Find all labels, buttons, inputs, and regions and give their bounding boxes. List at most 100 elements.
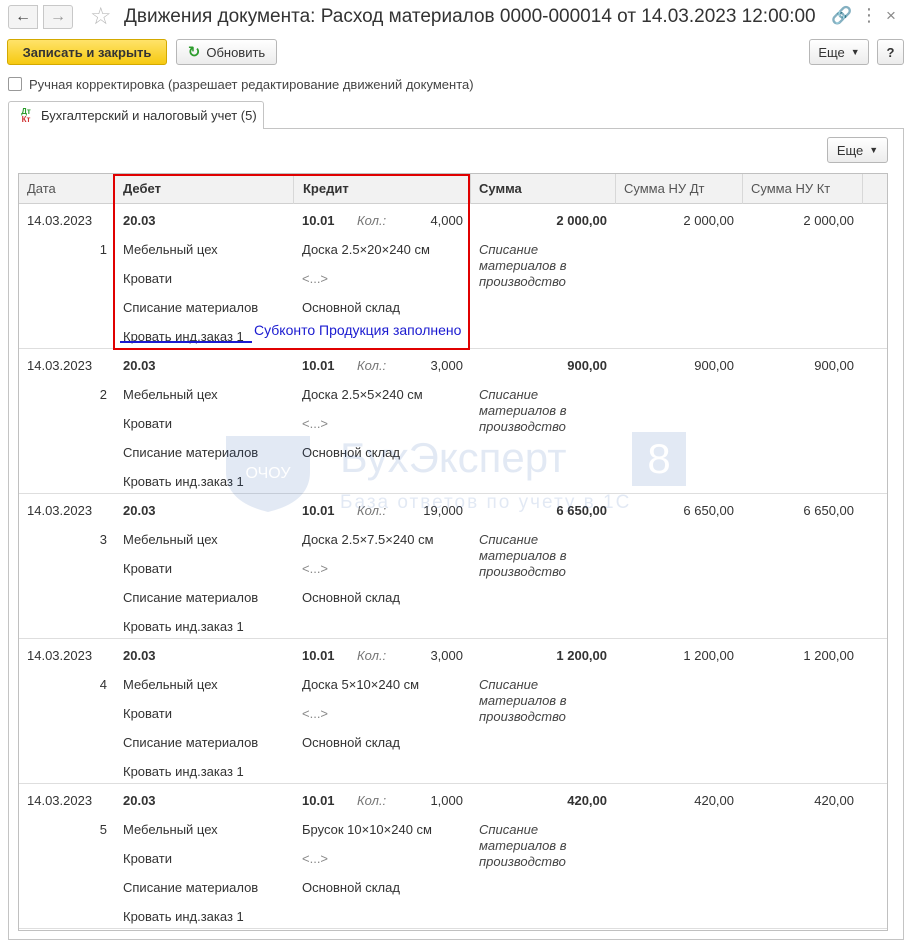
table-row[interactable]: 14.03.2023 5 20.03 Мебельный цех Кровати Спис… xyxy=(19,784,887,929)
cell-credit-account: 10.01 xyxy=(302,358,335,373)
more-label: Еще xyxy=(818,44,845,60)
cell-amount-nu-kt: 900,00 xyxy=(814,358,854,373)
tab-label: Бухгалтерский и налоговый учет (5) xyxy=(41,108,257,123)
cell-amount: 2 000,00 xyxy=(556,213,607,228)
refresh-label: Обновить xyxy=(206,44,266,60)
favorite-star-icon[interactable]: ☆ xyxy=(90,3,112,31)
arrow-left-icon: ← xyxy=(15,8,31,25)
more-button[interactable]: Еще ▼ xyxy=(809,39,869,65)
header-credit[interactable]: Кредит xyxy=(295,174,471,204)
table-header: Дата Дебет Кредит Сумма Сумма НУ Дт Сумм… xyxy=(19,174,887,204)
table-more-button[interactable]: Еще ▼ xyxy=(827,137,888,163)
cell-debit-subconto-3: Списание материалов xyxy=(123,735,259,750)
cell-debit-account: 20.03 xyxy=(123,503,156,518)
cell-amount-nu-kt: 2 000,00 xyxy=(803,213,854,228)
cell-qty-label: Кол.: xyxy=(357,503,387,518)
cell-amount-nu-kt: 420,00 xyxy=(814,793,854,808)
debit-credit-icon: Дт Кт xyxy=(21,106,31,124)
cell-date: 14.03.2023 xyxy=(27,503,93,518)
cell-credit-subconto-2: <...> xyxy=(302,851,329,866)
cell-qty-label: Кол.: xyxy=(357,358,387,373)
cell-qty-label: Кол.: xyxy=(357,793,387,808)
cell-credit-subconto-2: <...> xyxy=(302,706,329,721)
cell-number: 4 xyxy=(99,677,107,692)
cell-qty-label: Кол.: xyxy=(357,648,387,663)
cell-credit-subconto-1: Доска 5×10×240 см xyxy=(302,677,420,692)
help-button[interactable]: ? xyxy=(877,39,904,65)
cell-debit-subconto-1: Мебельный цех xyxy=(123,242,218,257)
caret-down-icon: ▼ xyxy=(850,47,860,57)
cell-credit-subconto-2: <...> xyxy=(302,271,329,286)
cell-date: 14.03.2023 xyxy=(27,213,93,228)
table-row[interactable]: 14.03.2023 4 20.03 Мебельный цех Кровати Спис… xyxy=(19,639,887,784)
cell-debit-subconto-4: Кровать инд.заказ 1 xyxy=(123,909,244,924)
cell-qty: 3,000 xyxy=(430,358,463,373)
cell-debit-subconto-4: Кровать инд.заказ 1 xyxy=(123,474,244,489)
header-amount-nu-dt[interactable]: Сумма НУ Дт xyxy=(616,174,743,204)
cell-credit-account: 10.01 xyxy=(302,648,335,663)
cell-qty: 3,000 xyxy=(430,648,463,663)
cell-number: 1 xyxy=(99,242,107,257)
cell-amount-nu-dt: 1 200,00 xyxy=(683,648,734,663)
cell-credit-subconto-3: Основной склад xyxy=(302,445,400,460)
refresh-button[interactable]: ↻ Обновить xyxy=(176,39,277,65)
cell-amount-nu-kt: 6 650,00 xyxy=(803,503,854,518)
save-and-close-button[interactable]: Записать и закрыть xyxy=(7,39,167,65)
header-amount[interactable]: Сумма xyxy=(471,174,616,204)
tab-accounting[interactable]: Дт Кт Бухгалтерский и налоговый учет (5) xyxy=(8,101,264,129)
cell-credit-subconto-1: Брусок 10×10×240 см xyxy=(302,822,432,837)
cell-credit-subconto-3: Основной склад xyxy=(302,880,400,895)
back-button[interactable]: ← xyxy=(8,5,38,29)
cell-debit-subconto-2: Кровати xyxy=(123,416,172,431)
cell-credit-subconto-1: Доска 2.5×5×240 см xyxy=(302,387,423,402)
cell-amount-nu-dt: 6 650,00 xyxy=(683,503,734,518)
cell-credit-subconto-3: Основной склад xyxy=(302,735,400,750)
cell-credit-account: 10.01 xyxy=(302,503,335,518)
table-row[interactable]: 14.03.2023 2 20.03 Мебельный цех Кровати Спис… xyxy=(19,349,887,494)
cell-amount-nu-kt: 1 200,00 xyxy=(803,648,854,663)
cell-amount-nu-dt: 2 000,00 xyxy=(683,213,734,228)
cell-amount: 900,00 xyxy=(567,358,607,373)
header-date[interactable]: Дата xyxy=(19,174,114,204)
cell-amount: 1 200,00 xyxy=(556,648,607,663)
cell-qty-label: Кол.: xyxy=(357,213,387,228)
cell-number: 5 xyxy=(99,822,107,837)
cell-debit-subconto-2: Кровати xyxy=(123,271,172,286)
cell-credit-subconto-2: <...> xyxy=(302,561,329,576)
cell-debit-subconto-3: Списание материалов xyxy=(123,300,259,315)
cell-debit-subconto-3: Списание материалов xyxy=(123,445,259,460)
cell-qty: 1,000 xyxy=(430,793,463,808)
cell-qty: 19,000 xyxy=(423,503,463,518)
cell-content: Списание материалов в производство xyxy=(479,242,567,289)
cell-debit-subconto-4: Кровать инд.заказ 1 xyxy=(123,764,244,779)
more-menu-icon[interactable]: ⋮ xyxy=(860,4,878,26)
table-row[interactable]: 14.03.2023 3 20.03 Мебельный цех Кровати Спис… xyxy=(19,494,887,639)
cell-debit-subconto-3: Списание материалов xyxy=(123,880,259,895)
cell-credit-subconto-3: Основной склад xyxy=(302,300,400,315)
manual-correction-label: Ручная корректировка (разрешает редактир… xyxy=(29,76,474,92)
movements-table[interactable]: Дата Дебет Кредит Сумма Сумма НУ Дт Сумм… xyxy=(18,173,888,931)
forward-button[interactable]: → xyxy=(43,5,73,29)
close-icon[interactable]: × xyxy=(886,5,896,27)
cell-amount-nu-dt: 420,00 xyxy=(694,793,734,808)
cell-debit-subconto-2: Кровати xyxy=(123,706,172,721)
cell-debit-subconto-2: Кровати xyxy=(123,851,172,866)
cell-date: 14.03.2023 xyxy=(27,648,93,663)
header-amount-nu-kt[interactable]: Сумма НУ Кт xyxy=(743,174,863,204)
title-bar: ← → ☆ Движения документа: Расход материа… xyxy=(0,0,911,36)
annotation-underline xyxy=(120,341,252,343)
header-debit[interactable]: Дебет xyxy=(115,174,294,204)
cell-amount: 6 650,00 xyxy=(556,503,607,518)
cell-debit-subconto-1: Мебельный цех xyxy=(123,822,218,837)
cell-number: 2 xyxy=(99,387,107,402)
cell-credit-subconto-1: Доска 2.5×7.5×240 см xyxy=(302,532,434,547)
cell-debit-subconto-3: Списание материалов xyxy=(123,590,259,605)
cell-debit-account: 20.03 xyxy=(123,358,156,373)
cell-date: 14.03.2023 xyxy=(27,358,93,373)
cell-date: 14.03.2023 xyxy=(27,793,93,808)
link-icon[interactable]: 🔗 xyxy=(831,6,852,26)
manual-correction-row[interactable]: Ручная корректировка (разрешает редактир… xyxy=(8,74,474,94)
cell-debit-subconto-1: Мебельный цех xyxy=(123,387,218,402)
cell-content: Списание материалов в производство xyxy=(479,532,567,579)
manual-correction-checkbox[interactable] xyxy=(8,77,22,91)
